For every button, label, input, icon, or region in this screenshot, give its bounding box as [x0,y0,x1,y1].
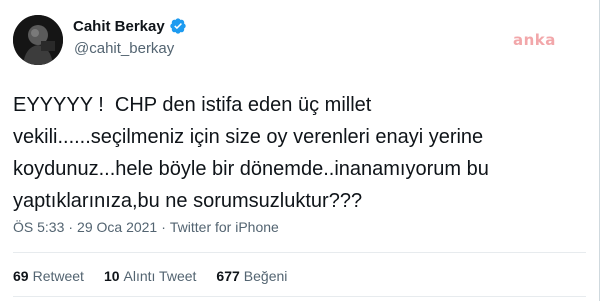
quote-tweets-count: 10 [103,268,120,284]
tweet-card: Cahit Berkay @cahit_berkay anka EYYYYY !… [0,0,600,301]
likes-count: 677 [216,268,240,284]
author-display-name[interactable]: Cahit Berkay [73,18,165,35]
tweet-date[interactable]: 29 Oca 2021 [77,219,157,235]
tweet-time[interactable]: ÖS 5:33 [13,219,64,235]
avatar[interactable] [13,15,63,65]
tweet-meta: ÖS 5:33 · 29 Oca 2021 · Twitter for iPho… [13,219,279,235]
likes-stat[interactable]: 677 Beğeni [216,268,287,284]
quote-tweets-label: Alıntı Tweet [123,268,197,284]
retweets-label: Retweet [32,268,84,284]
retweets-count: 69 [13,268,29,284]
author-name-row[interactable]: Cahit Berkay [73,17,187,35]
tweet-stats: 69 Retweet 10 Alıntı Tweet 677 Beğeni [13,268,307,284]
divider [13,296,586,297]
tweet-text: EYYYYY ! CHP den istifa eden üç millet v… [13,94,489,212]
quote-tweets-stat[interactable]: 10 Alıntı Tweet [104,268,196,284]
anka-watermark: anka [513,31,556,49]
meta-separator: · [68,219,74,235]
meta-separator: · [161,219,166,235]
verified-badge-icon [169,17,187,35]
divider [13,252,586,253]
author-handle[interactable]: @cahit_berkay [74,40,174,57]
tweet-source-app[interactable]: Twitter for iPhone [170,219,279,235]
likes-label: Beğeni [243,268,288,284]
retweets-stat[interactable]: 69 Retweet [13,268,84,284]
